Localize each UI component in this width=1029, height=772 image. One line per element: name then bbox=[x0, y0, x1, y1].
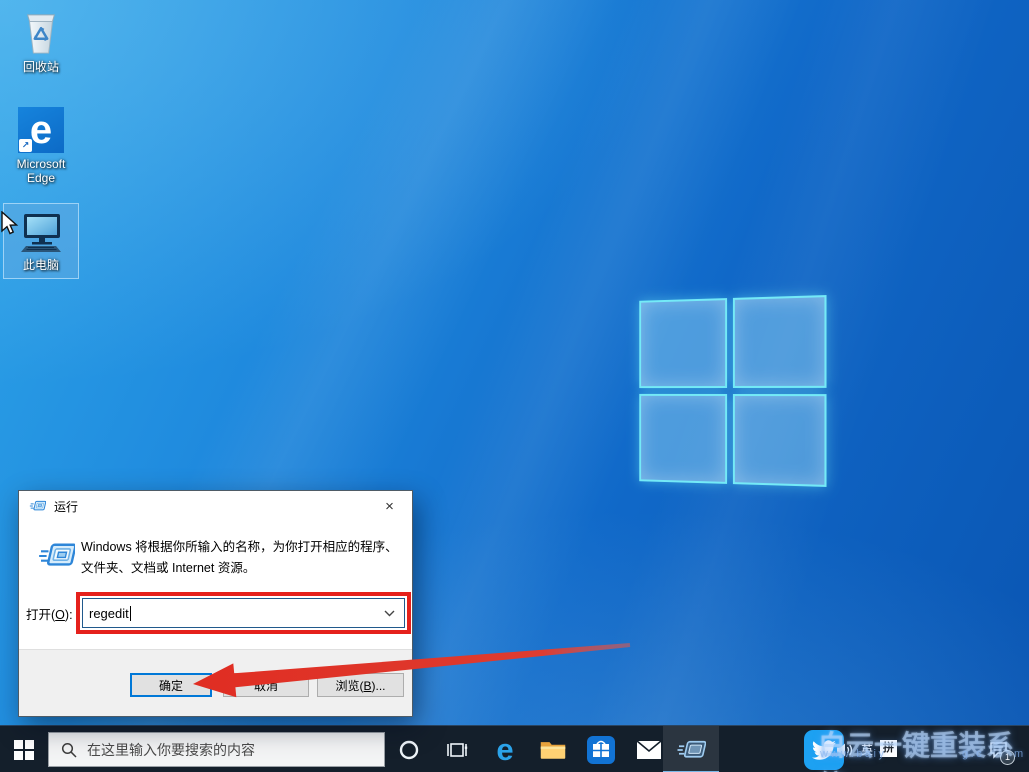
open-label: 打开(O): bbox=[26, 604, 73, 623]
mouse-cursor bbox=[0, 211, 20, 237]
file-explorer-icon bbox=[539, 738, 567, 762]
shortcut-arrow-icon: ↗ bbox=[19, 139, 32, 152]
run-dialog: 运行 × Windows 将根据你所输入的名称，为你打开相应的程序、 文件夹、文… bbox=[18, 490, 413, 717]
chevron-down-icon[interactable] bbox=[378, 599, 400, 627]
desktop-icon-recycle-bin[interactable]: 回收站 bbox=[4, 6, 78, 74]
run-description: Windows 将根据你所输入的名称，为你打开相应的程序、 文件夹、文档或 In… bbox=[81, 537, 403, 579]
ok-button[interactable]: 确定 bbox=[130, 673, 212, 697]
edge-label: Microsoft Edge bbox=[4, 157, 78, 185]
store-button[interactable] bbox=[577, 726, 625, 772]
notification-badge: 1 bbox=[1000, 750, 1015, 765]
windows-start-icon bbox=[14, 740, 34, 760]
run-taskbar-icon bbox=[676, 738, 706, 762]
volume-button[interactable] bbox=[832, 726, 858, 772]
mail-icon bbox=[636, 740, 662, 760]
search-input[interactable] bbox=[87, 742, 367, 758]
run-dialog-footer: 确定 取消 浏览(B)... bbox=[19, 649, 412, 716]
desktop-icon-microsoft-edge[interactable]: e ↗ Microsoft Edge bbox=[4, 103, 78, 185]
start-button[interactable] bbox=[0, 726, 48, 772]
cortana-button[interactable] bbox=[385, 726, 433, 772]
edge-icon: e ↗ bbox=[4, 105, 78, 153]
task-view-icon bbox=[446, 739, 468, 761]
task-view-button[interactable] bbox=[433, 726, 481, 772]
windows-logo bbox=[639, 295, 826, 487]
volume-icon bbox=[836, 742, 854, 758]
ime-language-indicator[interactable]: 英 bbox=[861, 741, 873, 758]
edge-taskbar-button[interactable]: e bbox=[481, 726, 529, 772]
run-body-icon bbox=[37, 541, 75, 574]
recycle-bin-icon bbox=[4, 8, 78, 56]
browse-button[interactable]: 浏览(B)... bbox=[317, 673, 404, 697]
this-pc-label: 此电脑 bbox=[4, 258, 78, 272]
action-center-button[interactable] bbox=[981, 726, 1015, 772]
file-explorer-button[interactable] bbox=[529, 726, 577, 772]
taskbar-search[interactable] bbox=[48, 732, 385, 767]
text-caret bbox=[130, 606, 131, 621]
run-dialog-titlebar[interactable]: 运行 × bbox=[19, 491, 412, 521]
cancel-button[interactable]: 取消 bbox=[223, 673, 309, 697]
close-icon[interactable]: × bbox=[367, 491, 412, 521]
desktop: 回收站 e ↗ Microsoft Edge bbox=[0, 0, 1029, 772]
recycle-bin-label: 回收站 bbox=[4, 60, 78, 74]
store-icon bbox=[586, 735, 616, 765]
ime-pinyin-indicator[interactable]: 拼 bbox=[880, 740, 897, 757]
run-taskbar-button[interactable] bbox=[663, 726, 719, 772]
cortana-icon bbox=[398, 739, 420, 761]
edge-icon: e bbox=[496, 734, 513, 765]
run-input[interactable]: regedit bbox=[82, 598, 405, 628]
search-icon bbox=[61, 742, 77, 758]
run-dialog-title: 运行 bbox=[54, 498, 78, 515]
run-dialog-icon bbox=[29, 499, 46, 513]
taskbar: e bbox=[0, 725, 1029, 772]
run-input-value: regedit bbox=[89, 606, 129, 621]
